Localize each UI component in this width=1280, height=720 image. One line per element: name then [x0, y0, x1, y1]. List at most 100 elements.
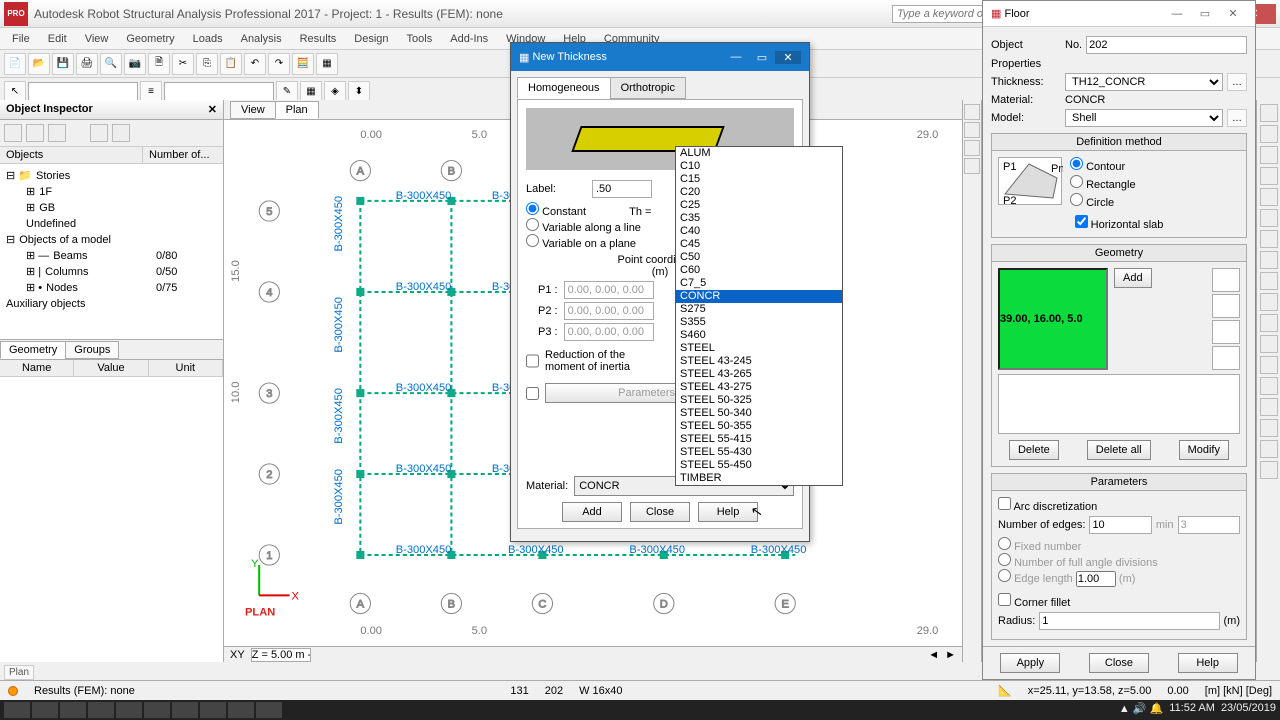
fr-icon[interactable]: [1260, 104, 1278, 122]
tab-groups[interactable]: Groups: [65, 341, 119, 359]
selection-field-2[interactable]: [164, 82, 274, 102]
full-angle-radio[interactable]: Number of full angle divisions: [998, 557, 1158, 569]
cut-icon[interactable]: ✂: [172, 53, 194, 75]
info-sm-icon[interactable]: [112, 124, 130, 142]
modify-button[interactable]: Modify: [1179, 440, 1229, 460]
mat-item[interactable]: STEEL 55-450: [676, 459, 842, 472]
model-browse-icon[interactable]: …: [1227, 109, 1247, 127]
menu-loads[interactable]: Loads: [185, 31, 231, 47]
footer-z-input[interactable]: [251, 648, 311, 662]
horiz-slab-check[interactable]: Horizontal slab: [998, 215, 1240, 231]
fixed-radio[interactable]: Fixed number: [998, 541, 1081, 553]
mat-item[interactable]: C50: [676, 251, 842, 264]
object-no-input[interactable]: [1086, 36, 1247, 54]
scroll-right-icon[interactable]: ►: [945, 649, 956, 661]
fr-icon[interactable]: [1260, 272, 1278, 290]
p3-input[interactable]: [564, 323, 654, 341]
fr-icon[interactable]: [1260, 314, 1278, 332]
fr-icon[interactable]: [1260, 209, 1278, 227]
thick-min-icon[interactable]: —: [723, 51, 749, 63]
table-icon[interactable]: ▦: [316, 53, 338, 75]
edge-len-input[interactable]: [1076, 571, 1116, 587]
fr-icon[interactable]: [1260, 146, 1278, 164]
delete-all-button[interactable]: Delete all: [1087, 440, 1151, 460]
mat-item[interactable]: S275: [676, 303, 842, 316]
mat-item[interactable]: C35: [676, 212, 842, 225]
tab-plan[interactable]: Plan: [275, 101, 319, 119]
material-dropdown[interactable]: ALUM C10 C15 C20 C25 C35 C40 C45 C50 C60…: [675, 146, 843, 486]
fr-icon[interactable]: [1260, 230, 1278, 248]
doc-icon[interactable]: 🗎: [148, 53, 170, 75]
delete-icon[interactable]: [48, 124, 66, 142]
tree-undefined[interactable]: Undefined: [26, 216, 76, 232]
fr-icon[interactable]: [1260, 335, 1278, 353]
mat-item[interactable]: STEEL 50-340: [676, 407, 842, 420]
tab-view[interactable]: View: [230, 101, 276, 119]
geom-mini-icon[interactable]: [1212, 294, 1240, 318]
p2-input[interactable]: [564, 302, 654, 320]
mat-item[interactable]: C45: [676, 238, 842, 251]
fr-icon[interactable]: [1260, 419, 1278, 437]
inspector-close-icon[interactable]: ✕: [208, 103, 217, 116]
thick-max-icon[interactable]: ▭: [749, 51, 775, 64]
tb-icon[interactable]: [32, 702, 58, 718]
mat-item[interactable]: C10: [676, 160, 842, 173]
mat-item[interactable]: STEEL 43-265: [676, 368, 842, 381]
menu-analysis[interactable]: Analysis: [233, 31, 290, 47]
tab-orthotropic[interactable]: Orthotropic: [610, 77, 686, 99]
label-input[interactable]: [592, 180, 652, 198]
close-button[interactable]: Close: [1089, 653, 1149, 673]
fr-icon[interactable]: [1260, 377, 1278, 395]
fr-icon[interactable]: [1260, 188, 1278, 206]
model-select[interactable]: Shell: [1065, 109, 1223, 127]
var-plane-radio[interactable]: Variable on a plane: [526, 238, 636, 250]
mat-item[interactable]: C25: [676, 199, 842, 212]
save-icon[interactable]: 💾: [52, 53, 74, 75]
radio-contour[interactable]: Contour: [1070, 157, 1136, 173]
radio-rectangle[interactable]: Rectangle: [1070, 175, 1136, 191]
zoom-icon[interactable]: [90, 124, 108, 142]
tab-geometry[interactable]: Geometry: [0, 341, 66, 359]
arc-check[interactable]: Arc discretization: [998, 501, 1097, 513]
selection-field-1[interactable]: [28, 82, 138, 102]
screenshot-icon[interactable]: 📷: [124, 53, 146, 75]
filter-objects-icon[interactable]: [4, 124, 22, 142]
new-icon[interactable]: 📄: [4, 53, 26, 75]
tree-nodes[interactable]: Nodes: [46, 280, 78, 296]
var-line-radio[interactable]: Variable along a line: [526, 222, 641, 234]
preview-icon[interactable]: 🔍: [100, 53, 122, 75]
mat-item[interactable]: STEEL 55-430: [676, 446, 842, 459]
mat-item[interactable]: STEEL 43-275: [676, 381, 842, 394]
mat-item[interactable]: C7_5: [676, 277, 842, 290]
undo-icon[interactable]: ↶: [244, 53, 266, 75]
print-icon[interactable]: 🖨: [76, 53, 98, 75]
mat-item[interactable]: C20: [676, 186, 842, 199]
geometry-coord-input[interactable]: [998, 268, 1108, 370]
tb-icon[interactable]: [200, 702, 226, 718]
tab-homogeneous[interactable]: Homogeneous: [517, 77, 611, 99]
tb-icon[interactable]: [172, 702, 198, 718]
mat-item[interactable]: C60: [676, 264, 842, 277]
copy-icon[interactable]: ⎘: [196, 53, 218, 75]
mat-item-selected[interactable]: CONCR: [676, 290, 842, 303]
menu-edit[interactable]: Edit: [40, 31, 75, 47]
plan-tab-label[interactable]: Plan: [4, 665, 34, 680]
mat-item[interactable]: User: [676, 485, 842, 486]
thickness-select[interactable]: TH12_CONCR: [1065, 73, 1223, 91]
apply-button[interactable]: Apply: [1000, 653, 1060, 673]
tb-icon[interactable]: [88, 702, 114, 718]
fr-icon[interactable]: [1260, 293, 1278, 311]
fr-icon[interactable]: [1260, 125, 1278, 143]
mat-item[interactable]: STEEL 43-245: [676, 355, 842, 368]
tree-aux[interactable]: Auxiliary objects: [6, 296, 85, 312]
radius-input[interactable]: [1039, 612, 1219, 630]
fr-icon[interactable]: [1260, 251, 1278, 269]
help-button[interactable]: Help: [1178, 653, 1238, 673]
geometry-add-button[interactable]: Add: [1114, 268, 1152, 288]
rt-icon[interactable]: [964, 158, 980, 174]
mat-item[interactable]: STEEL: [676, 342, 842, 355]
menu-design[interactable]: Design: [346, 31, 396, 47]
scroll-left-icon[interactable]: ◄: [928, 649, 939, 661]
open-icon[interactable]: 📂: [28, 53, 50, 75]
calc-icon[interactable]: 🧮: [292, 53, 314, 75]
